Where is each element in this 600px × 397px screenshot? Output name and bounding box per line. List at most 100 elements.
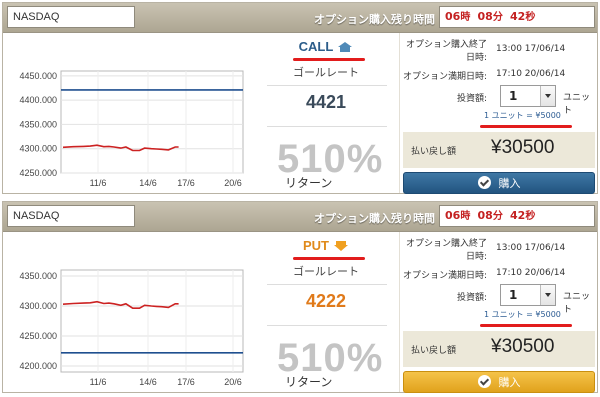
expiry-label: オプション満期日時: [402, 72, 487, 82]
return-label: リターン [285, 176, 333, 190]
y-tick-label: 4200.000 [19, 361, 57, 371]
y-tick-label: 4450.000 [19, 71, 57, 81]
panel-header: NASDAQ オプション購入残り時間 06時 08分 42秒 [3, 202, 597, 232]
timer-seconds-unit: 秒 [525, 12, 536, 23]
x-tick-label: 11/6 [90, 178, 107, 188]
unit-label: ユニット [563, 292, 591, 315]
timer-minutes: 08 [477, 209, 493, 222]
check-icon [477, 176, 491, 189]
timer-minutes: 08 [477, 10, 493, 23]
y-tick-label: 4250.000 [19, 168, 57, 178]
expiry-value: 17:10 20/06/14 [496, 268, 566, 278]
timer-hours-unit: 時 [460, 211, 471, 222]
payout-label: 払い戻し額 [411, 147, 457, 157]
buy-label: 購入 [498, 177, 521, 190]
direction-label: CALL [255, 39, 397, 54]
goal-rate-value: 4222 [305, 291, 347, 311]
countdown-timer: 06時 08分 42秒 [439, 205, 595, 227]
timer-seconds-unit: 秒 [525, 211, 536, 222]
timer-seconds: 42 [510, 209, 526, 222]
buy-button[interactable]: 購入 [403, 371, 595, 393]
purchase-end-value: 13:00 17/06/14 [496, 243, 566, 253]
unit-label: ユニット [563, 93, 591, 116]
return-label: リターン [285, 375, 333, 389]
check-icon [477, 375, 491, 388]
timer-hours-unit: 時 [460, 12, 471, 23]
timer-minutes-unit: 分 [492, 12, 503, 23]
plot-area [60, 70, 244, 174]
divider [267, 284, 387, 285]
order-form: オプション購入終了 日時: 13:00 17/06/14 オプション満期日時: … [399, 232, 597, 393]
direction-label: PUT [255, 238, 397, 253]
x-tick-label: 20/6 [224, 377, 242, 387]
y-tick-label: 4350.000 [19, 271, 57, 281]
payout-value: ¥30500 [491, 336, 555, 357]
countdown-timer: 06時 08分 42秒 [439, 6, 595, 28]
x-tick-label: 17/6 [177, 178, 195, 188]
remaining-time-label: オプション購入残り時間 [314, 212, 435, 225]
chevron-down-icon[interactable] [540, 86, 555, 106]
buy-button[interactable]: 購入 [403, 172, 595, 194]
expiry-label: オプション満期日時: [402, 271, 487, 281]
payout-label: 払い戻し額 [411, 346, 457, 356]
y-tick-label: 4350.000 [19, 119, 57, 129]
timer-hours: 06 [445, 209, 461, 222]
buy-label: 購入 [498, 376, 521, 389]
goal-rate-label: ゴールレート [293, 66, 359, 79]
direction-text: PUT [303, 238, 329, 253]
quantity-value: 1 [509, 89, 518, 103]
y-tick-label: 4250.000 [19, 331, 57, 341]
panel-header: NASDAQ オプション購入残り時間 06時 08分 42秒 [3, 3, 597, 33]
expiry-value: 17:10 20/06/14 [496, 69, 566, 79]
price-chart: 4450.000 4400.000 4350.000 4300.000 4250.000… [19, 70, 244, 188]
highlight-underline [293, 58, 365, 61]
direction-text: CALL [298, 39, 334, 54]
rate-summary: PUT ゴールレート 4222 510% リターン [255, 232, 397, 392]
put-option-panel: NASDAQ オプション購入残り時間 06時 08分 42秒 4350.000 4… [2, 201, 598, 393]
remaining-time-label: オプション購入残り時間 [314, 13, 435, 26]
payout-value: ¥30500 [491, 137, 555, 158]
chevron-down-icon[interactable] [540, 285, 555, 305]
purchase-end-value: 13:00 17/06/14 [496, 44, 566, 54]
purchase-end-label-2: 日時: [465, 53, 487, 63]
symbol-field[interactable]: NASDAQ [7, 6, 135, 28]
x-tick-label: 14/6 [139, 377, 157, 387]
divider [267, 325, 387, 326]
call-option-panel: NASDAQ オプション購入残り時間 06時 08分 42秒 4450.000 4… [2, 2, 598, 194]
goal-rate-label: ゴールレート [293, 265, 359, 278]
payout-box: 払い戻し額 ¥30500 [403, 132, 595, 168]
timer-seconds: 42 [510, 10, 526, 23]
quantity-value: 1 [509, 288, 518, 302]
house-up-arrow-icon [338, 42, 353, 52]
rate-summary: CALL ゴールレート 4421 510% リターン [255, 33, 397, 193]
x-tick-label: 20/6 [224, 178, 242, 188]
unit-conversion: 1 ユニット = ¥5000 [484, 310, 561, 319]
highlight-underline [480, 125, 572, 128]
purchase-end-label: オプション購入終了 [405, 40, 487, 50]
unit-conversion: 1 ユニット = ¥5000 [484, 111, 561, 120]
highlight-underline [293, 257, 365, 260]
symbol-field[interactable]: NASDAQ [7, 205, 135, 227]
purchase-end-label: オプション購入終了 [405, 239, 487, 249]
price-chart: 4350.000 4300.000 4250.000 4200.000 11/6 14/6… [19, 269, 244, 387]
quantity-select[interactable]: 1 [500, 284, 556, 306]
highlight-underline [480, 324, 572, 327]
purchase-end-label-2: 日時: [465, 252, 487, 262]
timer-hours: 06 [445, 10, 461, 23]
y-tick-label: 4300.000 [19, 144, 57, 154]
y-tick-label: 4300.000 [19, 301, 57, 311]
divider [267, 126, 387, 127]
divider [267, 85, 387, 86]
order-form: オプション購入終了 日時: 13:00 17/06/14 オプション満期日時: … [399, 33, 597, 194]
timer-minutes-unit: 分 [492, 211, 503, 222]
investment-label: 投資額: [456, 293, 487, 303]
goal-rate-value: 4421 [305, 92, 347, 112]
x-tick-label: 11/6 [90, 377, 107, 387]
plot-area [60, 269, 244, 373]
x-tick-label: 14/6 [139, 178, 157, 188]
x-tick-label: 17/6 [177, 377, 195, 387]
quantity-select[interactable]: 1 [500, 85, 556, 107]
investment-label: 投資額: [456, 94, 487, 104]
arrow-down-icon [334, 241, 348, 251]
y-tick-label: 4400.000 [19, 95, 57, 105]
